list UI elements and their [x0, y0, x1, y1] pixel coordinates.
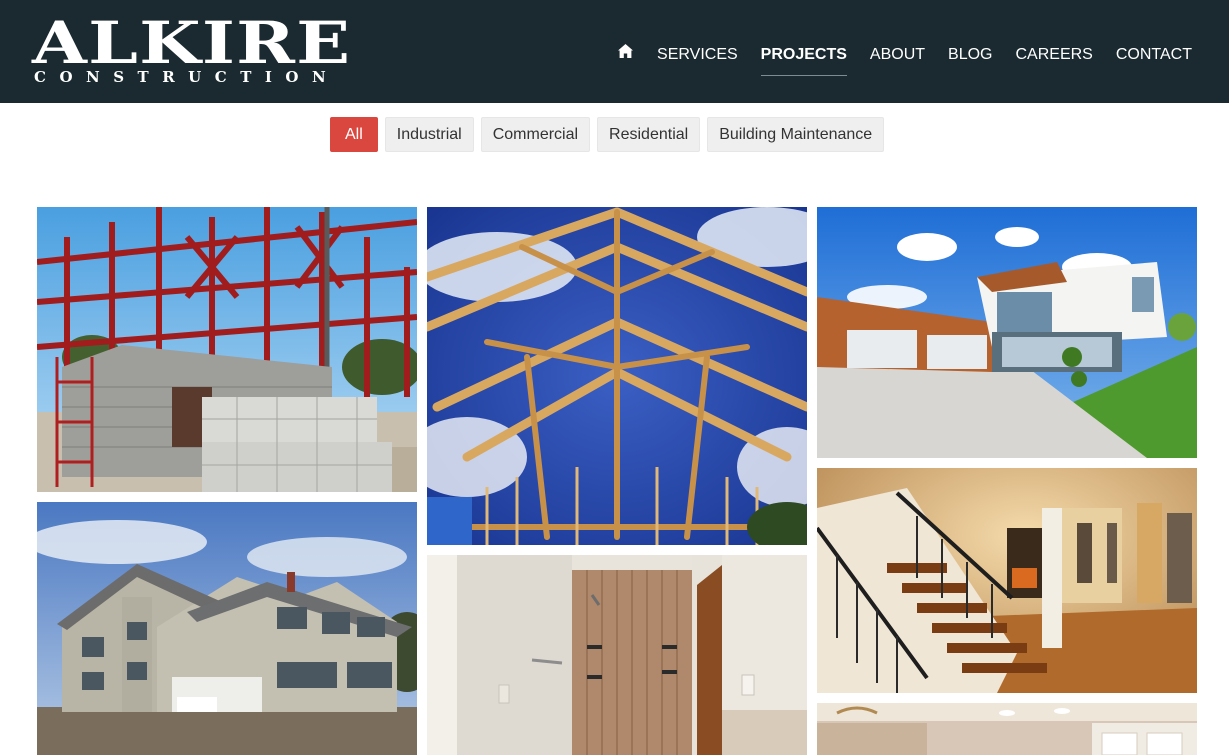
project-image-staircase[interactable]: [817, 468, 1197, 693]
nav-blog[interactable]: BLOG: [948, 44, 992, 66]
site-header: ALKIRE CONSTRUCTION SERVICES PROJECTS AB…: [0, 0, 1229, 103]
project-image-modern-house[interactable]: [817, 207, 1197, 458]
filter-residential[interactable]: Residential: [597, 117, 701, 152]
nav-projects[interactable]: PROJECTS: [760, 44, 848, 76]
home-icon[interactable]: [617, 44, 634, 66]
project-image-tiled-shower[interactable]: [427, 555, 807, 755]
main-nav: SERVICES PROJECTS ABOUT BLOG CAREERS CON…: [594, 44, 1192, 76]
project-image-beige-house[interactable]: [37, 502, 417, 755]
filter-building-maintenance[interactable]: Building Maintenance: [707, 117, 885, 152]
filter-commercial[interactable]: Commercial: [480, 117, 591, 152]
nav-contact[interactable]: CONTACT: [1116, 44, 1192, 66]
filter-all[interactable]: All: [330, 117, 378, 152]
project-image-kitchen[interactable]: [817, 703, 1197, 755]
project-image-roof-trusses[interactable]: [427, 207, 807, 545]
site-logo[interactable]: ALKIRE CONSTRUCTION: [32, 14, 428, 86]
filter-industrial[interactable]: Industrial: [384, 117, 474, 152]
nav-about[interactable]: ABOUT: [870, 44, 925, 66]
project-filters: All Industrial Commercial Residential Bu…: [330, 117, 891, 152]
nav-careers[interactable]: CAREERS: [1016, 44, 1093, 66]
project-image-steel-frame[interactable]: [37, 207, 417, 492]
logo-wordmark: ALKIRE: [32, 9, 352, 77]
nav-services[interactable]: SERVICES: [657, 44, 738, 66]
